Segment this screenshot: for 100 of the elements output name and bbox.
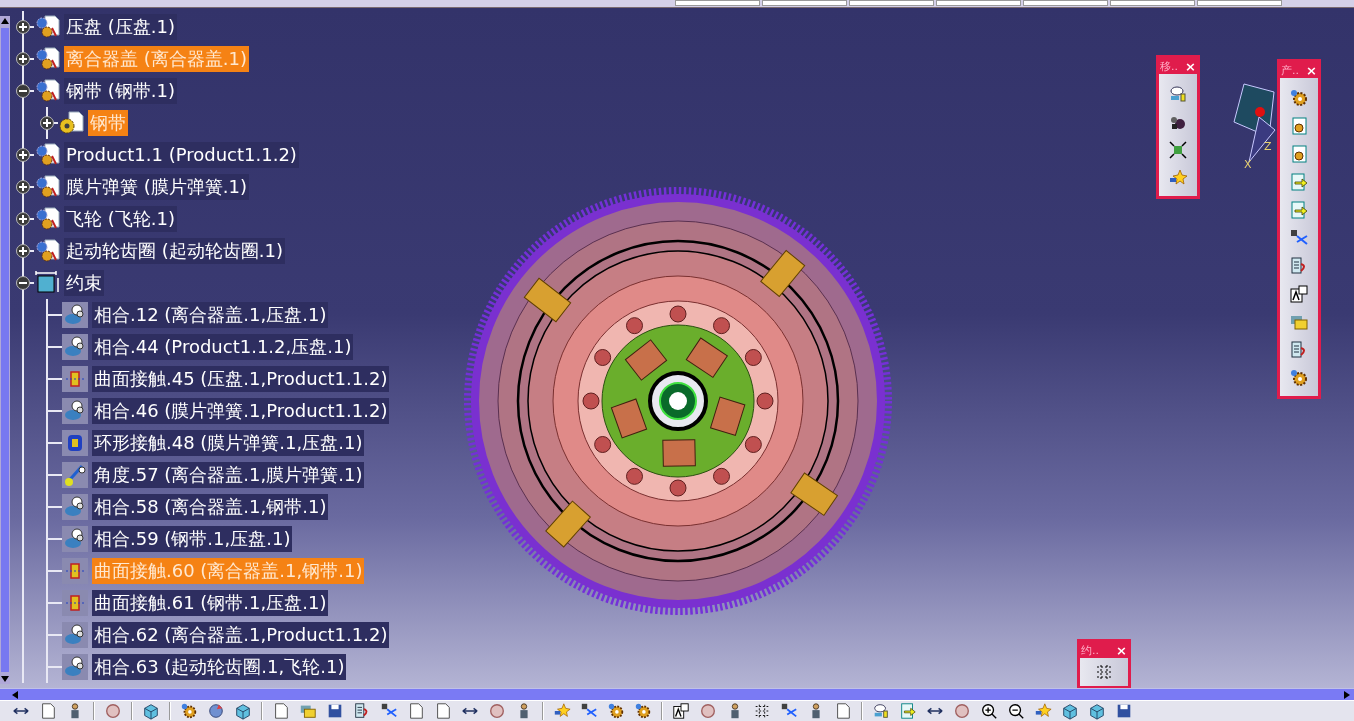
product-icon bbox=[34, 142, 60, 168]
page-arrow-icon[interactable] bbox=[1289, 200, 1309, 220]
page-icon[interactable] bbox=[407, 702, 425, 720]
dropdown-field[interactable] bbox=[1197, 0, 1282, 6]
toolbar-title: 移.. bbox=[1160, 58, 1178, 74]
collapse-icon[interactable] bbox=[16, 276, 30, 290]
collapse-icon[interactable] bbox=[16, 84, 30, 98]
coincidence-constraint-icon bbox=[62, 622, 88, 648]
hand-icon[interactable] bbox=[1168, 84, 1188, 104]
page-icon[interactable] bbox=[39, 702, 57, 720]
constraint-set-icon bbox=[34, 270, 60, 296]
angle-constraint-icon bbox=[62, 462, 88, 488]
page-gear-icon[interactable] bbox=[1289, 144, 1309, 164]
expand-icon[interactable] bbox=[16, 148, 30, 162]
dropdown-field[interactable] bbox=[936, 0, 1021, 6]
tree-item[interactable]: Product1.1 (Product1.1.2) bbox=[64, 142, 299, 168]
coincidence-constraint-icon bbox=[62, 494, 88, 520]
tree-item[interactable]: 曲面接触.61 (钢带.1,压盘.1) bbox=[92, 590, 329, 616]
page-icon[interactable] bbox=[272, 702, 290, 720]
expand-icon[interactable] bbox=[16, 244, 30, 258]
circle-icon[interactable] bbox=[699, 702, 717, 720]
expand-icon[interactable] bbox=[16, 20, 30, 34]
product-icon bbox=[34, 238, 60, 264]
tree-item[interactable]: 环形接触.48 (膜片弹簧.1,压盘.1) bbox=[92, 430, 365, 456]
product-icon bbox=[34, 46, 60, 72]
expand-icon[interactable] bbox=[16, 212, 30, 226]
circle-icon[interactable] bbox=[953, 702, 971, 720]
tree-item[interactable]: 相合.59 (钢带.1,压盘.1) bbox=[92, 526, 293, 552]
page-icon[interactable] bbox=[434, 702, 452, 720]
cross-icon[interactable] bbox=[580, 702, 598, 720]
page-arrow-icon[interactable] bbox=[899, 702, 917, 720]
contact-constraint-icon bbox=[62, 366, 88, 392]
text-icon[interactable] bbox=[1289, 284, 1309, 304]
product-icon bbox=[34, 174, 60, 200]
tree-item[interactable]: 约束 bbox=[64, 270, 104, 296]
dropdown-field[interactable] bbox=[1110, 0, 1195, 6]
tree-item[interactable]: 相合.63 (起动轮齿圈.1,飞轮.1) bbox=[92, 654, 347, 680]
star-icon[interactable] bbox=[553, 702, 571, 720]
text-icon[interactable] bbox=[672, 702, 690, 720]
cube-icon[interactable] bbox=[1088, 702, 1106, 720]
tree-item[interactable]: 压盘 (压盘.1) bbox=[64, 14, 177, 40]
tree-item[interactable]: 曲面接触.45 (压盘.1,Product1.1.2) bbox=[92, 366, 390, 392]
hand-icon[interactable] bbox=[872, 702, 890, 720]
toolbar-title: 约.. bbox=[1081, 642, 1099, 658]
expand-icon[interactable] bbox=[40, 116, 54, 130]
scroll-left-icon[interactable] bbox=[10, 689, 20, 700]
tree-item[interactable]: 相合.12 (离合器盖.1,压盘.1) bbox=[92, 302, 329, 328]
vertical-scrollbar[interactable] bbox=[0, 16, 10, 684]
dropdown-field[interactable] bbox=[1023, 0, 1108, 6]
scroll-up-icon[interactable] bbox=[0, 16, 10, 26]
tree-item[interactable]: 相合.62 (离合器盖.1,Product1.1.2) bbox=[92, 622, 390, 648]
toolbar-title: 产.. bbox=[1281, 62, 1299, 78]
star-icon[interactable] bbox=[1034, 702, 1052, 720]
page-icon[interactable] bbox=[834, 702, 852, 720]
expand-icon[interactable] bbox=[16, 180, 30, 194]
tree-item[interactable]: 钢带 (钢带.1) bbox=[64, 78, 177, 104]
coincidence-constraint-icon bbox=[62, 334, 88, 360]
cross-icon[interactable] bbox=[380, 702, 398, 720]
coincidence-constraint-icon bbox=[62, 654, 88, 680]
dropdown-field[interactable] bbox=[762, 0, 847, 6]
coincidence-constraint-icon bbox=[62, 526, 88, 552]
cube-icon[interactable] bbox=[234, 702, 252, 720]
product-icon bbox=[34, 14, 60, 40]
fit-all-icon[interactable] bbox=[1168, 140, 1188, 160]
tree-item[interactable]: 膜片弹簧 (膜片弹簧.1) bbox=[64, 174, 249, 200]
zoom-out-icon[interactable] bbox=[1007, 702, 1025, 720]
cross-icon[interactable] bbox=[780, 702, 798, 720]
star-icon[interactable] bbox=[1168, 168, 1188, 188]
page-gear-icon[interactable] bbox=[1289, 116, 1309, 136]
cube-icon[interactable] bbox=[142, 702, 160, 720]
z-axis-label: Z bbox=[1264, 140, 1272, 153]
cross-icon[interactable] bbox=[1289, 228, 1309, 248]
coincidence-constraint-icon bbox=[62, 398, 88, 424]
cube-icon[interactable] bbox=[1061, 702, 1079, 720]
contact-constraint-icon bbox=[62, 590, 88, 616]
zoom-in-icon[interactable] bbox=[980, 702, 998, 720]
sphere-icon[interactable] bbox=[207, 702, 225, 720]
contact-constraint-icon bbox=[62, 430, 88, 456]
close-button[interactable]: × bbox=[1116, 642, 1127, 658]
tree-item[interactable]: 起动轮齿圈 (起动轮齿圈.1) bbox=[64, 238, 285, 264]
tree-item[interactable]: 角度.57 (离合器盖.1,膜片弹簧.1) bbox=[92, 462, 365, 488]
scroll-right-icon[interactable] bbox=[1342, 689, 1352, 700]
product-icon bbox=[34, 206, 60, 232]
close-button[interactable]: × bbox=[1185, 58, 1196, 74]
tree-item[interactable]: 相合.58 (离合器盖.1,钢带.1) bbox=[92, 494, 329, 520]
product-icon bbox=[34, 78, 60, 104]
horizontal-scrollbar[interactable] bbox=[0, 688, 1354, 700]
dropdown-field[interactable] bbox=[675, 0, 760, 6]
circle-icon[interactable] bbox=[104, 702, 122, 720]
tree-item[interactable]: 飞轮 (飞轮.1) bbox=[64, 206, 177, 232]
tree-item[interactable]: 相合.44 (Product1.1.2,压盘.1) bbox=[92, 334, 354, 360]
circle-icon[interactable] bbox=[488, 702, 506, 720]
expand-icon[interactable] bbox=[16, 52, 30, 66]
close-button[interactable]: × bbox=[1306, 62, 1317, 78]
tree-item[interactable]: 相合.46 (膜片弹簧.1,Product1.1.2) bbox=[92, 398, 390, 424]
dropdown-field[interactable] bbox=[849, 0, 934, 6]
scroll-down-icon[interactable] bbox=[0, 674, 10, 684]
part-icon bbox=[58, 110, 84, 136]
page-arrow-icon[interactable] bbox=[1289, 172, 1309, 192]
coincidence-constraint-icon bbox=[62, 302, 88, 328]
